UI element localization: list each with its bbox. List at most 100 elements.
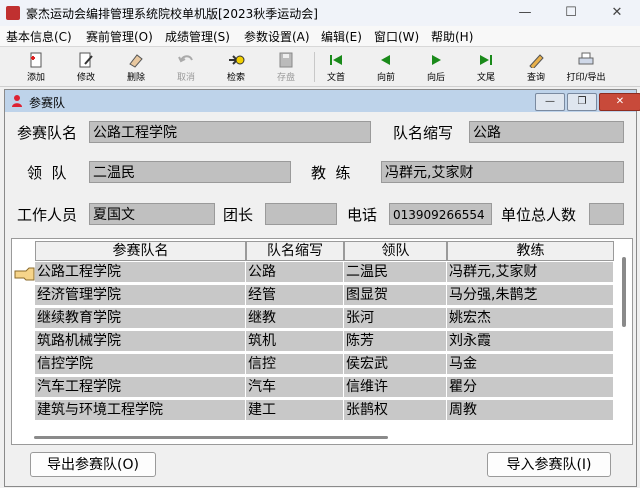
table-cell[interactable]: 建筑与环境工程学院 [35,400,246,421]
table-cell[interactable]: 汽车工程学院 [35,377,246,398]
table-cell[interactable]: 公路工程学院 [35,262,246,283]
table-cell[interactable]: 马分强,朱鹊芝 [447,285,614,306]
search-arrow-icon [229,55,245,65]
table-cell[interactable]: 信控学院 [35,354,246,375]
next-record-button[interactable]: 向后 [412,50,460,84]
menu-params[interactable]: 参数设置(A) [244,28,310,45]
edit-button[interactable]: 修改 [62,50,110,84]
captain-field[interactable] [265,203,337,225]
table-cell[interactable]: 继续教育学院 [35,308,246,329]
child-title-bar: 参赛队 — ❐ ✕ [5,90,640,112]
minimize-button[interactable]: — [502,0,548,26]
undo-icon [178,55,193,63]
table-cell[interactable]: 筑机 [246,331,344,352]
table-cell[interactable]: 张河 [344,308,447,329]
phone-field[interactable]: 013909266554 [389,203,492,225]
prev-record-icon [381,55,390,65]
last-record-icon [480,55,492,65]
menu-basic-info[interactable]: 基本信息(C) [6,28,72,45]
table-cell[interactable]: 公路 [246,262,344,283]
pen-icon [529,54,544,68]
printer-icon [578,52,594,65]
print-export-button[interactable]: 打印/导出 [562,50,610,84]
child-minimize-button[interactable]: — [535,93,565,111]
current-row-pointer-icon [14,267,35,281]
leader-label: 领 队 [27,164,67,182]
total-field[interactable] [589,203,624,225]
eraser-icon [129,54,143,68]
table-cell[interactable]: 汽车 [246,377,344,398]
abbr-label: 队名缩写 [393,124,454,142]
maximize-button[interactable]: ☐ [548,0,594,26]
table-cell[interactable]: 陈芳 [344,331,447,352]
cancel-button[interactable]: 取消 [162,50,210,84]
col-header-team-name[interactable]: 参赛队名 [35,241,246,261]
table-cell[interactable]: 张鹊权 [344,400,447,421]
abbr-field[interactable]: 公路 [469,121,624,143]
horizontal-scrollbar[interactable] [34,436,388,439]
captain-label: 团长 [223,206,254,224]
table-cell[interactable]: 周教 [447,400,614,421]
col-header-leader[interactable]: 领队 [344,241,447,261]
menu-bar: 基本信息(C) 赛前管理(O) 成绩管理(S) 参数设置(A) 编辑(E) 窗口… [0,26,640,47]
delete-button[interactable]: 删除 [112,50,160,84]
prev-record-button[interactable]: 向前 [362,50,410,84]
coach-label: 教 练 [311,164,351,182]
table-cell[interactable]: 继教 [246,308,344,329]
staff-field[interactable]: 夏国文 [89,203,215,225]
team-name-label: 参赛队名 [17,124,78,142]
last-record-button[interactable]: 文尾 [462,50,510,84]
total-label: 单位总人数 [501,206,577,224]
edit-doc-icon [79,52,93,68]
col-header-abbr[interactable]: 队名缩写 [246,241,344,261]
child-title: 参赛队 [29,96,66,110]
add-button[interactable]: 添加 [12,50,60,84]
team-name-field[interactable]: 公路工程学院 [89,121,371,143]
vertical-scrollbar[interactable] [622,257,626,327]
table-cell[interactable]: 信维许 [344,377,447,398]
table-cell[interactable]: 信控 [246,354,344,375]
table-cell[interactable]: 侯宏武 [344,354,447,375]
team-icon [12,95,22,107]
first-record-icon [330,55,342,65]
menu-pre-match[interactable]: 赛前管理(O) [86,28,153,45]
table-cell[interactable]: 姚宏杰 [447,308,614,329]
col-header-coach[interactable]: 教练 [447,241,614,261]
menu-edit[interactable]: 编辑(E) [321,28,362,45]
team-window: 参赛队 — ❐ ✕ 参赛队名 公路工程学院 队名缩写 公路 领 队 二温民 教 … [4,89,640,487]
menu-help[interactable]: 帮助(H) [431,28,473,45]
menu-window[interactable]: 窗口(W) [374,28,419,45]
child-close-button[interactable]: ✕ [599,93,640,111]
floppy-disk-icon [279,52,293,68]
table-cell[interactable]: 冯群元,艾家财 [447,262,614,283]
toolbar: 添加 修改 删除 取消 检索 存盘 文首 向前 向后 文尾 查询 打印/导出 [0,48,640,87]
team-table[interactable]: 参赛队名 队名缩写 领队 教练 公路工程学院 公路 二温民 冯群元,艾家财 经济… [11,238,633,445]
staff-label: 工作人员 [17,206,78,224]
lookup-button[interactable]: 查询 [512,50,560,84]
window-title: 豪杰运动会编排管理系统院校单机版[2023秋季运动会] [26,7,318,21]
table-cell[interactable]: 图显贺 [344,285,447,306]
leader-field[interactable]: 二温民 [89,161,291,183]
child-restore-button[interactable]: ❐ [567,93,597,111]
table-cell[interactable]: 经济管理学院 [35,285,246,306]
coach-field[interactable]: 冯群元,艾家财 [381,161,624,183]
export-teams-button[interactable]: 导出参赛队(O) [30,452,156,477]
next-record-icon [432,55,441,65]
menu-scores[interactable]: 成绩管理(S) [165,28,230,45]
save-button[interactable]: 存盘 [262,50,310,84]
table-cell[interactable]: 瞿分 [447,377,614,398]
title-bar: 豪杰运动会编排管理系统院校单机版[2023秋季运动会] — ☐ ✕ [0,0,640,26]
app-icon [6,6,20,20]
add-doc-icon [30,52,42,68]
table-cell[interactable]: 刘永霞 [447,331,614,352]
phone-label: 电话 [347,206,378,224]
query-button[interactable]: 检索 [212,50,260,84]
close-button[interactable]: ✕ [594,0,640,26]
table-cell[interactable]: 建工 [246,400,344,421]
table-cell[interactable]: 筑路机械学院 [35,331,246,352]
import-teams-button[interactable]: 导入参赛队(I) [487,452,611,477]
table-cell[interactable]: 经管 [246,285,344,306]
table-cell[interactable]: 马金 [447,354,614,375]
first-record-button[interactable]: 文首 [312,50,360,84]
table-cell[interactable]: 二温民 [344,262,447,283]
